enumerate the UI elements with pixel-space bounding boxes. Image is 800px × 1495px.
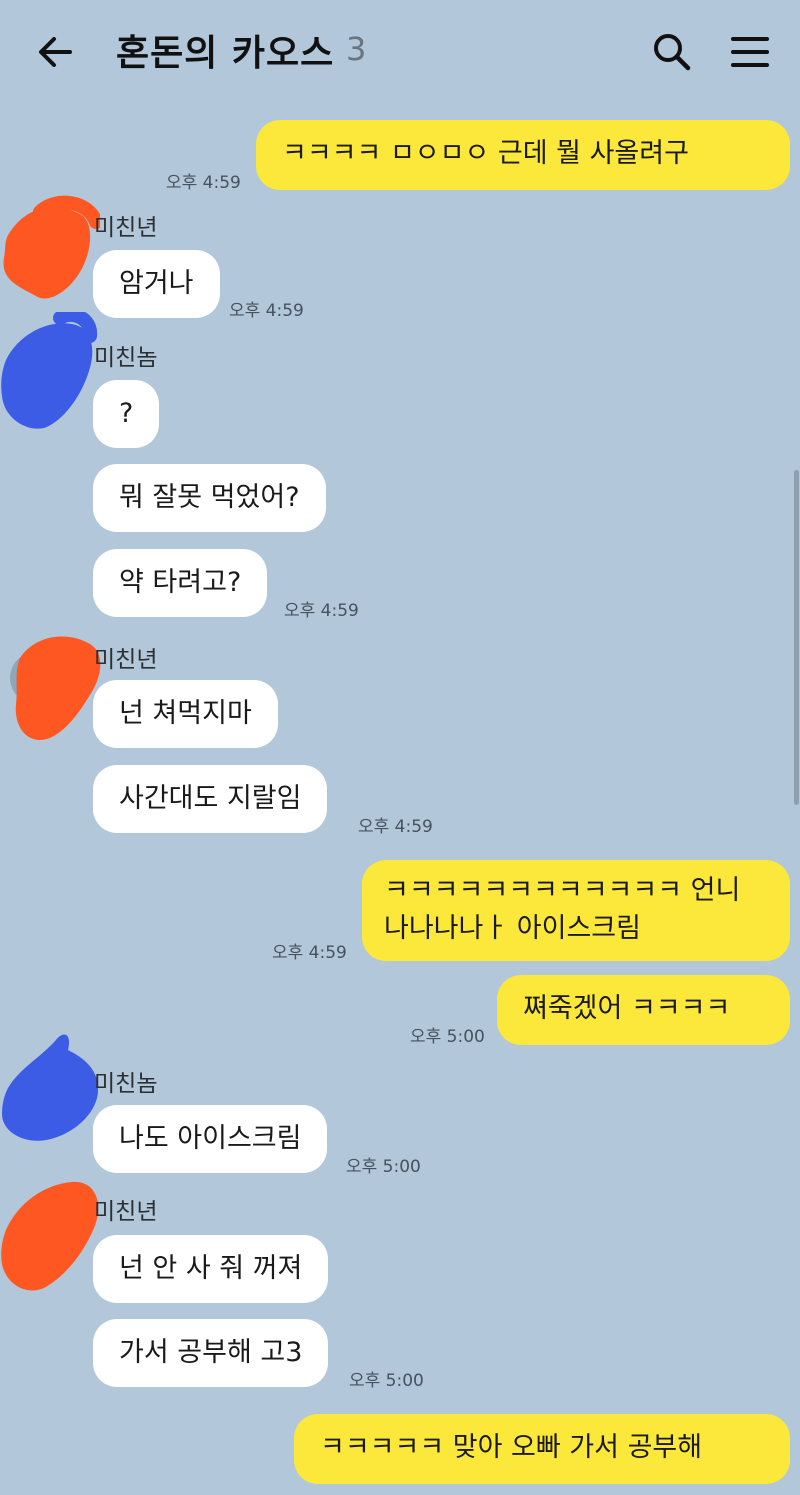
- message-time: 오후 4:59: [358, 817, 433, 837]
- my-message-bubble[interactable]: ㅋㅋㅋㅋㅋ 맞아 오빠 가서 공부해: [294, 1414, 790, 1484]
- sender-name: 미친놈: [94, 1071, 158, 1097]
- message-time: 오후 4:59: [166, 173, 241, 193]
- back-button[interactable]: [34, 30, 78, 74]
- censored-avatar[interactable]: [0, 307, 100, 436]
- search-icon: [654, 34, 691, 71]
- censored-avatar[interactable]: [0, 1028, 104, 1150]
- my-message-bubble[interactable]: ㅋㅋㅋㅋ ㅁㅇㅁㅇ 근데 뭘 사올려구: [256, 120, 790, 190]
- message-time: 오후 4:59: [229, 301, 304, 321]
- my-message-line: ㅋㅋㅋㅋㅋㅋㅋㅋㅋㅋㅋㅋ 언니: [384, 875, 741, 906]
- chat-header: 혼돈의 카오스 3: [0, 0, 800, 104]
- sender-name: 미친년: [94, 647, 158, 673]
- their-message-bubble[interactable]: 뭐 잘못 먹었어?: [93, 464, 326, 532]
- their-message-bubble[interactable]: 약 타려고?: [93, 549, 268, 617]
- member-count: 3: [346, 30, 367, 68]
- message-time: 오후 5:00: [349, 1371, 424, 1391]
- menu-button[interactable]: [728, 30, 772, 74]
- censored-avatar[interactable]: [6, 628, 106, 748]
- message-time: 오후 5:00: [346, 1157, 421, 1177]
- my-message-bubble[interactable]: ㅋㅋㅋㅋㅋㅋㅋㅋㅋㅋㅋㅋ 언니 나나나나ㅏ 아이스크림: [362, 860, 790, 961]
- hamburger-menu-icon: [731, 37, 769, 67]
- message-time: 오후 4:59: [284, 601, 359, 621]
- my-message-line: 나나나나ㅏ 아이스크림: [384, 913, 641, 944]
- arrow-left-icon: [39, 37, 72, 67]
- their-message-bubble[interactable]: 넌 안 사 줘 꺼져: [93, 1235, 329, 1303]
- chat-room-title: 혼돈의 카오스: [116, 33, 335, 74]
- message-time: 오후 4:59: [272, 943, 347, 963]
- scrollbar[interactable]: [794, 470, 799, 805]
- search-button[interactable]: [650, 30, 694, 74]
- sender-name: 미친년: [94, 215, 158, 241]
- sender-name: 미친년: [94, 1199, 158, 1225]
- their-message-bubble[interactable]: 사간대도 지랄임: [93, 765, 328, 833]
- their-message-bubble[interactable]: 암거나: [93, 250, 220, 318]
- their-message-bubble[interactable]: 넌 쳐먹지마: [93, 680, 278, 748]
- their-message-bubble[interactable]: ?: [93, 380, 160, 448]
- message-time: 오후 5:00: [410, 1027, 485, 1047]
- their-message-bubble[interactable]: 나도 아이스크림: [93, 1105, 328, 1173]
- censored-avatar[interactable]: [0, 192, 103, 314]
- their-message-bubble[interactable]: 가서 공부해 고3: [93, 1319, 329, 1387]
- sender-name: 미친놈: [94, 345, 158, 371]
- censored-avatar[interactable]: [0, 1176, 104, 1300]
- my-message-bubble[interactable]: 쪄죽겠어 ㅋㅋㅋㅋ: [497, 975, 790, 1045]
